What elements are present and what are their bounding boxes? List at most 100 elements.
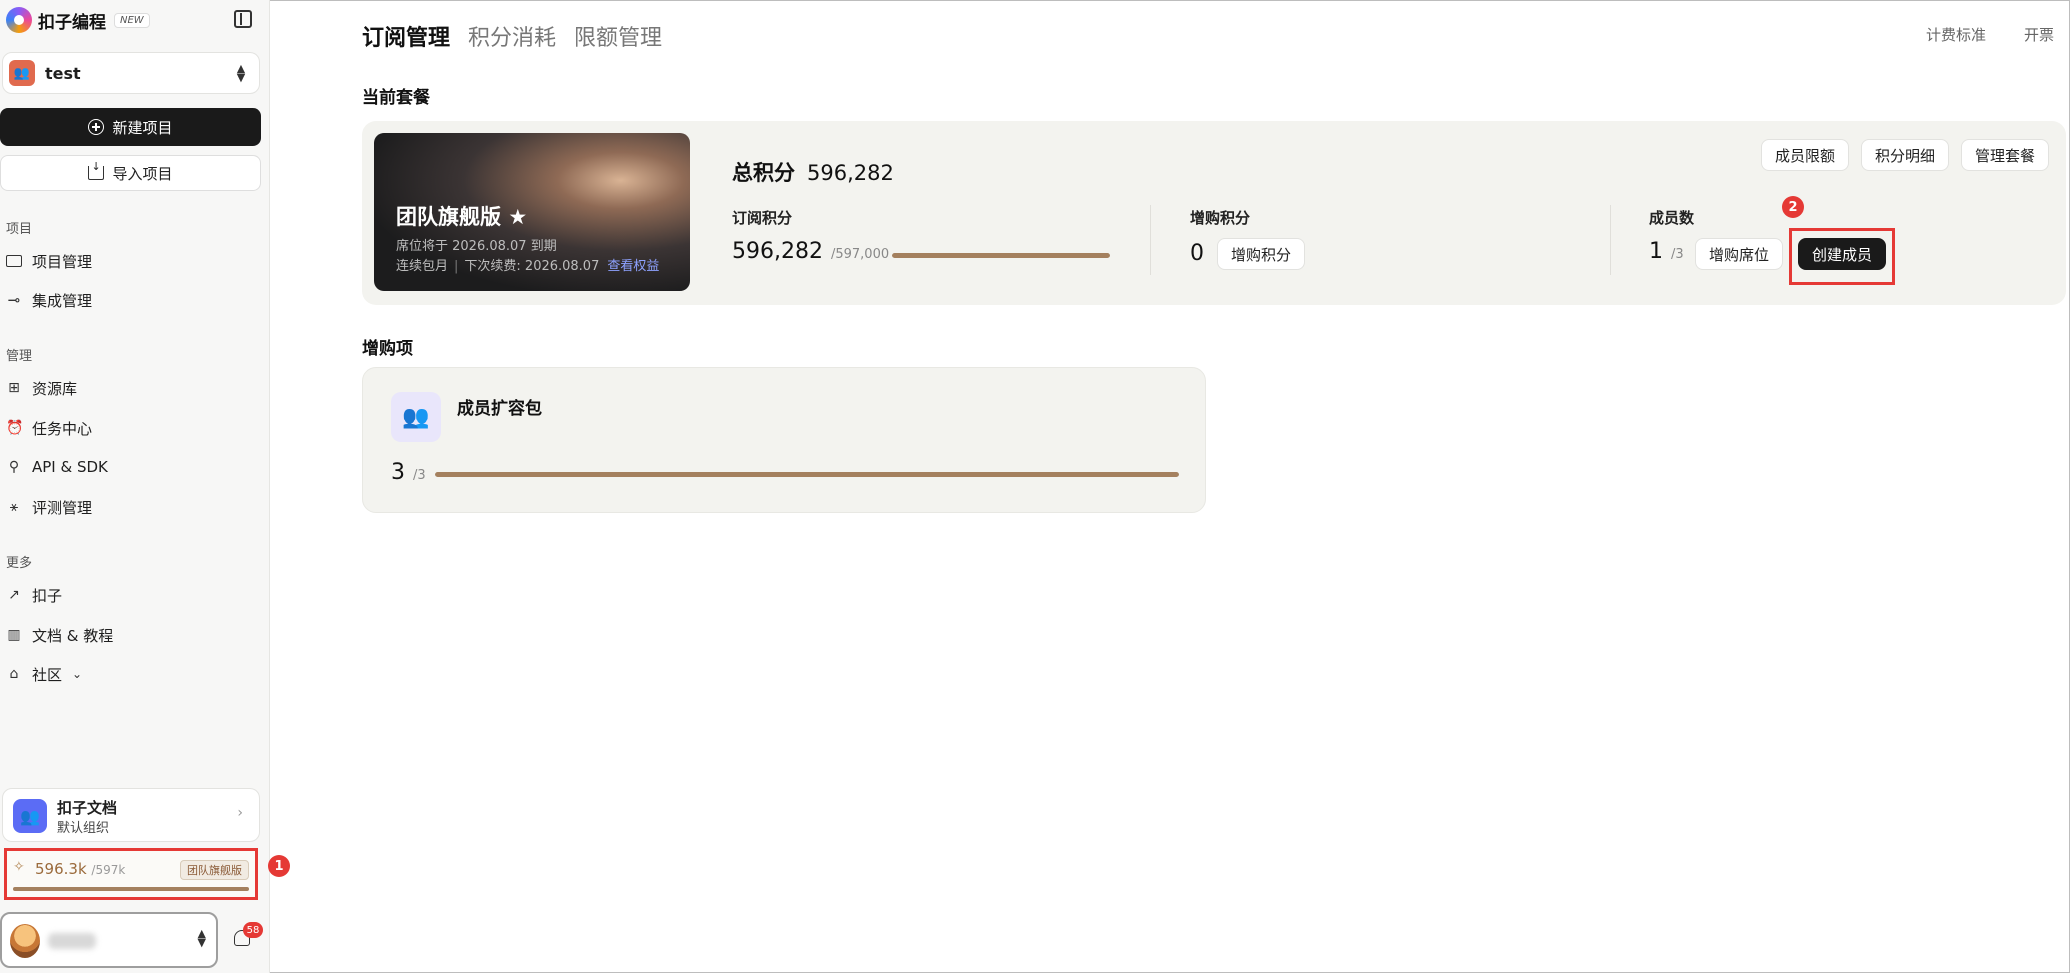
users-icon: 👥 [391, 392, 441, 442]
new-project-button[interactable]: 新建项目 [0, 108, 261, 146]
org-card-title: 扣子文档 [57, 799, 118, 817]
tab-credit-usage[interactable]: 积分消耗 [468, 20, 556, 52]
subscription-credits-value: 596,282/597,000 [732, 239, 889, 264]
workspace-avatar-icon: 👥 [9, 60, 35, 86]
sidebar-item-resource-library[interactable]: ⊞ 资源库 [6, 375, 77, 401]
buy-seats-button[interactable]: 增购席位 [1695, 238, 1784, 270]
divider: | [454, 259, 459, 274]
section-label-manage: 管理 [6, 349, 33, 364]
sidebar-item-label: 集成管理 [32, 291, 93, 310]
section-label-project: 项目 [6, 222, 33, 237]
plan-name: 团队旗舰版 ★ [396, 201, 527, 231]
buy-credits-button[interactable]: 增购积分 [1217, 238, 1306, 270]
divider [1610, 205, 1611, 275]
chevron-down-icon: ⌄ [72, 667, 83, 681]
member-count: 1 [1649, 239, 1663, 264]
current-plan-title: 当前套餐 [362, 88, 430, 108]
total-credits-label: 总积分 [732, 161, 795, 185]
member-limit-button[interactable]: 成员限额 [1761, 139, 1850, 171]
alarm-icon: ⏰ [6, 420, 24, 436]
workspace-name: test [45, 63, 81, 83]
sparkle-icon: ✧ [13, 859, 25, 875]
chevron-updown-icon: ▲ ▼ [197, 927, 206, 949]
sidebar-item-label: API & SDK [32, 458, 108, 476]
sidebar-item-label: 评测管理 [32, 498, 93, 517]
tab-subscription[interactable]: 订阅管理 [362, 20, 450, 52]
import-project-label: 导入项目 [112, 164, 173, 183]
progress-fill [435, 472, 1179, 477]
sidebar-item-label: 扣子 [32, 586, 63, 605]
total-credits: 总积分 596,282 [732, 157, 894, 187]
brand-name: 扣子编程 [38, 12, 106, 33]
top-links: 计费标准 开票 [1926, 24, 2054, 45]
sidebar-item-integration-management[interactable]: ⊸ 集成管理 [6, 287, 92, 313]
next-renewal: 下次续费: 2026.08.07 [464, 259, 600, 274]
store-icon: ⌂ [9, 666, 19, 682]
credit-total: /597k [91, 863, 126, 877]
new-project-label: 新建项目 [112, 118, 173, 137]
total-credits-value: 596,282 [807, 161, 894, 185]
member-count-value: 1/3 [1649, 239, 1684, 264]
brand[interactable]: 扣子编程 NEW [6, 6, 150, 34]
sidebar-item-evaluation-management[interactable]: ⚹ 评测管理 [6, 494, 92, 520]
addon-title: 成员扩容包 [457, 399, 542, 419]
user-switcher[interactable]: ▲ ▼ [0, 912, 218, 968]
addons-title: 增购项 [362, 339, 413, 359]
api-icon: ⚲ [8, 459, 20, 475]
chevron-updown-icon: ▲ ▼ [236, 62, 246, 84]
renewal-info: 连续包月 | 下次续费: 2026.08.07 查看权益 [396, 255, 659, 274]
credit-detail-button[interactable]: 积分明细 [1861, 139, 1950, 171]
plan-card: 团队旗舰版 ★ 席位将于 2026.08.07 到期 连续包月 | 下次续费: 20… [374, 133, 690, 291]
view-benefits-link[interactable]: 查看权益 [607, 259, 659, 274]
sidebar-item-project-management[interactable]: 项目管理 [6, 248, 92, 274]
credit-progress-bar [13, 887, 249, 891]
tab-limit-management[interactable]: 限额管理 [574, 20, 662, 52]
credit-used: 596.3k [35, 860, 87, 878]
highlight-box-create-member [1789, 228, 1895, 285]
renew-type: 连续包月 [396, 259, 449, 274]
org-docs-card[interactable]: 👥 扣子文档 默认组织 › [2, 788, 260, 842]
pricing-link[interactable]: 计费标准 [1926, 24, 1986, 45]
credit-value: 596.3k /597k [35, 860, 125, 878]
avatar [10, 924, 40, 958]
member-total: /3 [1671, 247, 1684, 262]
credit-summary[interactable]: ✧ 596.3k /597k 团队旗舰版 [4, 848, 258, 900]
sidebar-item-label: 任务中心 [32, 419, 93, 438]
member-count-label: 成员数 [1649, 209, 1695, 227]
arrow-up-right-icon: ↗ [8, 587, 20, 603]
sidebar-collapse-icon[interactable] [234, 10, 252, 28]
sidebar-item-community[interactable]: ⌂ 社区 ⌄ [6, 661, 83, 687]
subscription-credits-label: 订阅积分 [732, 209, 793, 227]
subscription-progress-bar [892, 253, 1110, 258]
divider [1150, 205, 1151, 275]
import-project-button[interactable]: 导入项目 [0, 155, 261, 191]
telescope-icon: ⚹ [9, 499, 19, 515]
sidebar-item-api-sdk[interactable]: ⚲ API & SDK [6, 454, 108, 480]
new-badge: NEW [114, 12, 150, 28]
sidebar-item-label: 社区 [32, 665, 63, 684]
sidebar-item-docs-tutorials[interactable]: ▥ 文档 & 教程 [6, 622, 113, 648]
brand-logo-icon [6, 7, 32, 33]
sidebar: 扣子编程 NEW 👥 test ▲▼ 新建项目 导入项目 项目 项目管理 ⊸ 集… [0, 0, 270, 973]
folder-icon [6, 255, 22, 267]
sidebar-item-label: 项目管理 [32, 252, 93, 271]
purchased-credits-label: 增购积分 [1190, 209, 1251, 227]
subscription-total: /597,000 [830, 247, 890, 262]
plan-name-text: 团队旗舰版 [396, 205, 501, 229]
addon-total: /3 [413, 468, 426, 483]
sidebar-item-task-center[interactable]: ⏰ 任务中心 [6, 415, 92, 441]
sidebar-item-coze[interactable]: ↗ 扣子 [6, 582, 62, 608]
seat-expiry: 席位将于 2026.08.07 到期 [396, 239, 557, 254]
member-expansion-card: 👥 成员扩容包 3/3 [362, 367, 1206, 513]
sidebar-item-label: 文档 & 教程 [32, 626, 114, 645]
team-avatar-icon: 👥 [13, 799, 47, 833]
invoice-link[interactable]: 开票 [2024, 24, 2054, 45]
manage-plan-button[interactable]: 管理套餐 [1961, 139, 2050, 171]
addon-count: 3 [391, 460, 405, 485]
progress-fill [892, 253, 1110, 258]
top-tabs: 订阅管理 积分消耗 限额管理 [362, 20, 662, 52]
map-icon: ▥ [7, 627, 21, 643]
workspace-switcher[interactable]: 👥 test ▲ ▼ [2, 52, 260, 94]
org-card-subtitle: 默认组织 [57, 821, 110, 836]
section-label-more: 更多 [6, 556, 33, 571]
